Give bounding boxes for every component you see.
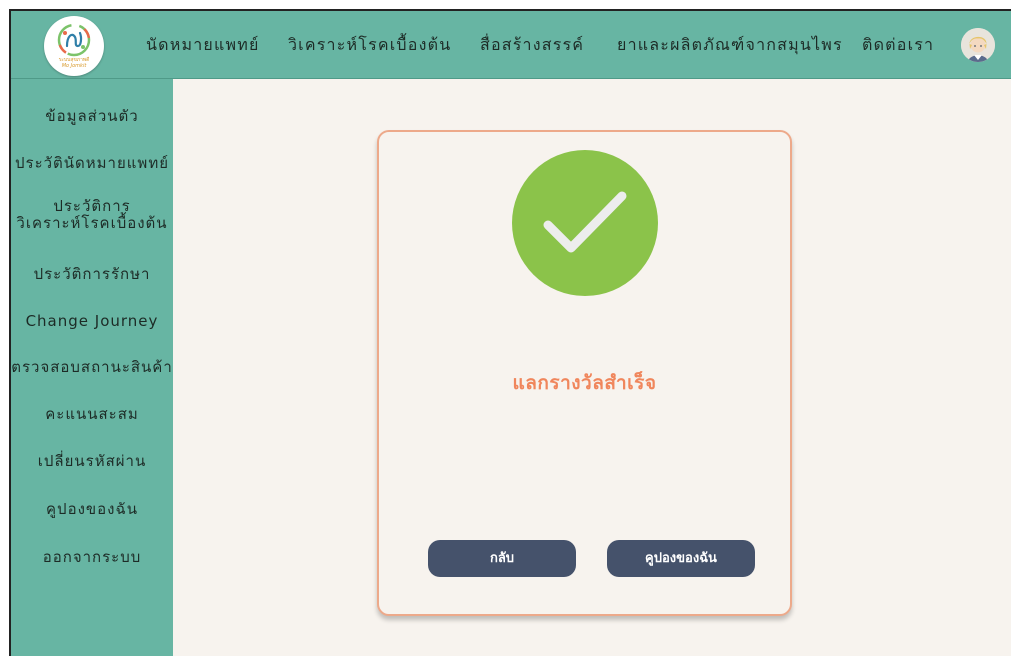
sidebar-item-appointment-history[interactable]: ประวัตินัดหมายแพทย์ bbox=[11, 154, 173, 172]
sidebar-item-points[interactable]: คะแนนสะสม bbox=[11, 405, 173, 423]
top-navigation: ระบบสุขภาพดี Mo Jomkit นัดหมายแพทย์ วิเค… bbox=[11, 11, 1011, 79]
sidebar-item-change-journey[interactable]: Change Journey bbox=[11, 312, 173, 330]
brand-logo[interactable]: ระบบสุขภาพดี Mo Jomkit bbox=[44, 16, 104, 76]
my-coupons-button[interactable]: คูปองของฉัน bbox=[607, 540, 755, 577]
sidebar-item-diagnosis-history[interactable]: ประวัติการ วิเคราะห์โรคเบื้องต้น bbox=[11, 198, 173, 232]
user-avatar-icon bbox=[961, 28, 995, 62]
user-avatar[interactable] bbox=[961, 28, 995, 62]
back-button[interactable]: กลับ bbox=[428, 540, 576, 577]
success-message: แลกรางวัลสำเร็จ bbox=[512, 372, 657, 394]
sidebar-item-my-coupons[interactable]: คูปองของฉัน bbox=[11, 500, 173, 518]
sidebar-item-order-status[interactable]: ตรวจสอบสถานะสินค้า bbox=[11, 358, 173, 376]
sidebar-item-treatment-history[interactable]: ประวัติการรักษา bbox=[11, 265, 173, 283]
app-frame: ระบบสุขภาพดี Mo Jomkit นัดหมายแพทย์ วิเค… bbox=[9, 9, 1011, 656]
check-icon bbox=[543, 191, 627, 253]
nav-appointment[interactable]: นัดหมายแพทย์ bbox=[146, 33, 260, 58]
sidebar-item-profile[interactable]: ข้อมูลส่วนตัว bbox=[11, 107, 173, 125]
logo-text-line2: Mo Jomkit bbox=[61, 63, 87, 69]
sidebar: ข้อมูลส่วนตัว ประวัตินัดหมายแพทย์ ประวัต… bbox=[11, 79, 173, 656]
sidebar-item-change-password[interactable]: เปลี่ยนรหัสผ่าน bbox=[11, 452, 173, 470]
nav-diagnosis[interactable]: วิเคราะห์โรคเบื้องต้น bbox=[288, 33, 451, 58]
nav-contact[interactable]: ติดต่อเรา bbox=[862, 33, 934, 58]
nav-media[interactable]: สื่อสร้างสรรค์ bbox=[480, 33, 584, 58]
success-badge bbox=[512, 150, 658, 296]
sidebar-item-logout[interactable]: ออกจากระบบ bbox=[11, 548, 173, 566]
success-dialog: แลกรางวัลสำเร็จ กลับ คูปองของฉัน bbox=[377, 130, 792, 616]
nav-herbal-products[interactable]: ยาและผลิตภัณฑ์จากสมุนไพร bbox=[617, 33, 843, 58]
